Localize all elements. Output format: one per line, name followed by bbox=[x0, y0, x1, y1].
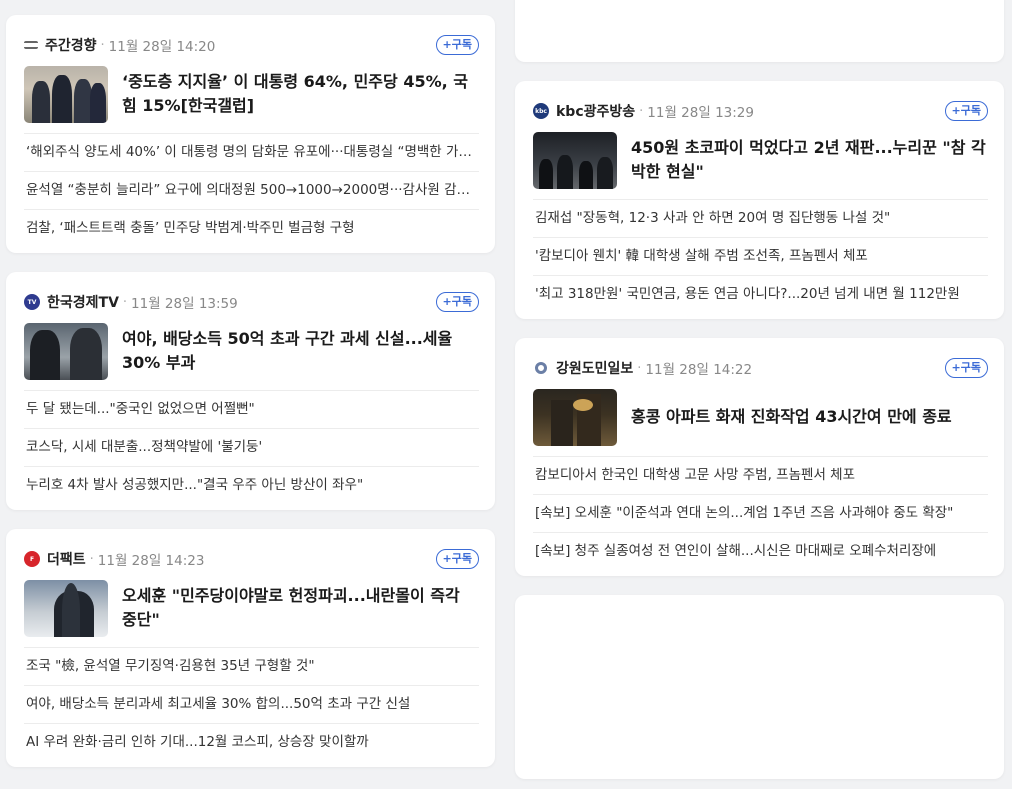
press-time: 11월 28일 14:20 bbox=[108, 39, 216, 55]
headline-title[interactable]: 여야, 배당소득 50억 초과 구간 과세 신설...세율 30% 부과 bbox=[122, 327, 479, 375]
headline-title[interactable]: ‘중도층 지지율’ 이 대통령 64%, 민주당 45%, 국힘 15%[한국갤… bbox=[122, 70, 479, 118]
press-name[interactable]: 더팩트 bbox=[47, 549, 86, 569]
related-article[interactable]: 두 달 됐는데..."중국인 없었으면 어쩔뻔" bbox=[24, 390, 479, 428]
card-header: F 더팩트 · 11월 28일 14:23 +구독 bbox=[24, 547, 479, 571]
headline-title[interactable]: 홍콩 아파트 화재 진화작업 43시간여 만에 종료 bbox=[631, 405, 952, 429]
related-article[interactable]: [속보] 오세훈 "이준석과 연대 논의...계엄 1주년 즈음 사과해야 중도… bbox=[533, 494, 988, 532]
related-list: 조국 "檢, 윤석열 무기징역·김용현 35년 구형할 것" 여야, 배당소득 … bbox=[24, 647, 479, 761]
headline-thumbnail[interactable] bbox=[24, 579, 108, 637]
card-header: kbc kbc광주방송 · 11월 28일 13:29 +구독 bbox=[533, 99, 988, 123]
press-logo[interactable]: kbc bbox=[533, 103, 549, 119]
headline-link[interactable]: 여야, 배당소득 50억 초과 구간 과세 신설...세율 30% 부과 bbox=[24, 322, 479, 380]
news-card-kbc: kbc kbc광주방송 · 11월 28일 13:29 +구독 450원 초코파… bbox=[515, 81, 1004, 319]
related-article[interactable]: 여야, 배당소득 분리과세 최고세율 30% 합의...50억 초과 구간 신설 bbox=[24, 685, 479, 723]
press-name[interactable]: 한국경제TV bbox=[47, 292, 119, 312]
separator-dot: · bbox=[637, 360, 642, 376]
related-article[interactable]: [속보] 청주 실종여성 전 연인이 살해...시신은 마대째로 오폐수처리장에 bbox=[533, 532, 988, 570]
separator-dot: · bbox=[122, 294, 128, 310]
press-name[interactable]: kbc광주방송 bbox=[556, 101, 635, 121]
headline-title[interactable]: 오세훈 "민주당이야말로 헌정파괴...내란몰이 즉각 중단" bbox=[122, 584, 479, 632]
related-article[interactable]: '최고 318만원' 국민연금, 용돈 연금 아니다?...20년 넘게 내면 … bbox=[533, 275, 988, 313]
headline-title[interactable]: 450원 초코파이 먹었다고 2년 재판...누리꾼 "참 각박한 현실" bbox=[631, 136, 988, 184]
related-list: 두 달 됐는데..."중국인 없었으면 어쩔뻔" 코스닥, 시세 대분출...정… bbox=[24, 390, 479, 504]
related-list: ‘해외주식 양도세 40%’ 이 대통령 명의 담화문 유포에···대통령실 “… bbox=[24, 133, 479, 247]
related-article[interactable]: ‘해외주식 양도세 40%’ 이 대통령 명의 담화문 유포에···대통령실 “… bbox=[24, 133, 479, 171]
separator-dot: · bbox=[89, 551, 94, 567]
related-article[interactable]: AI 우려 완화·금리 인하 기대...12월 코스피, 상승장 맞이할까 bbox=[24, 723, 479, 761]
news-feed-page: 주간경향 · 11월 28일 14:20 +구독 ‘중도층 지지율’ 이 대통령… bbox=[0, 0, 1012, 789]
related-list: 김재섭 "장동혁, 12·3 사과 안 하면 20여 명 집단행동 나설 것" … bbox=[533, 199, 988, 313]
press-logo[interactable] bbox=[535, 362, 547, 374]
subscribe-button[interactable]: +구독 bbox=[435, 292, 479, 312]
news-card-partial-top bbox=[515, 0, 1004, 62]
headline-thumbnail[interactable] bbox=[533, 131, 617, 189]
headline-thumbnail[interactable] bbox=[24, 65, 108, 123]
subscribe-button[interactable]: +구독 bbox=[435, 35, 479, 55]
news-card-kyunghyang: 주간경향 · 11월 28일 14:20 +구독 ‘중도층 지지율’ 이 대통령… bbox=[6, 15, 495, 253]
card-header: TV 한국경제TV · 11월 28일 13:59 +구독 bbox=[24, 290, 479, 314]
related-article[interactable]: 검찰, ‘패스트트랙 충돌’ 민주당 박범계·박주민 벌금형 구형 bbox=[24, 209, 479, 247]
subscribe-button[interactable]: +구독 bbox=[435, 549, 479, 569]
related-article[interactable]: 코스닥, 시세 대분출...정책약발에 '불기둥' bbox=[24, 428, 479, 466]
headline-thumbnail[interactable] bbox=[533, 388, 617, 446]
subscribe-button[interactable]: +구독 bbox=[944, 101, 988, 121]
related-article[interactable]: 누리호 4차 발사 성공했지만..."결국 우주 아닌 방산이 좌우" bbox=[24, 466, 479, 504]
card-header: 주간경향 · 11월 28일 14:20 +구독 bbox=[24, 33, 479, 57]
headline-thumbnail[interactable] bbox=[24, 322, 108, 380]
news-card-kado: 강원도민일보 · 11월 28일 14:22 +구독 홍콩 아파트 화재 진화작… bbox=[515, 338, 1004, 576]
press-time: 11월 28일 13:59 bbox=[131, 296, 238, 312]
separator-dot: · bbox=[100, 37, 105, 53]
headline-link[interactable]: 450원 초코파이 먹었다고 2년 재판...누리꾼 "참 각박한 현실" bbox=[533, 131, 988, 189]
related-list: 캄보디아서 한국인 대학생 고문 사망 주범, 프놈펜서 체포 [속보] 오세훈… bbox=[533, 456, 988, 570]
ad-placeholder-card bbox=[515, 595, 1004, 779]
press-logo[interactable]: TV bbox=[24, 294, 40, 310]
news-card-thefact: F 더팩트 · 11월 28일 14:23 +구독 오세훈 "민주당이야말로 헌… bbox=[6, 529, 495, 767]
related-article[interactable]: 캄보디아서 한국인 대학생 고문 사망 주범, 프놈펜서 체포 bbox=[533, 456, 988, 494]
related-article[interactable]: 조국 "檢, 윤석열 무기징역·김용현 35년 구형할 것" bbox=[24, 647, 479, 685]
press-time: 11월 28일 13:29 bbox=[647, 105, 754, 121]
related-article[interactable]: 윤석열 “충분히 늘리라” 요구에 의대정원 500→1000→2000명···… bbox=[24, 171, 479, 209]
news-card-wowtv: TV 한국경제TV · 11월 28일 13:59 +구독 여야, 배당소득 5… bbox=[6, 272, 495, 510]
press-time: 11월 28일 14:22 bbox=[645, 362, 753, 378]
headline-link[interactable]: 오세훈 "민주당이야말로 헌정파괴...내란몰이 즉각 중단" bbox=[24, 579, 479, 637]
press-logo[interactable] bbox=[24, 41, 38, 49]
card-header: 강원도민일보 · 11월 28일 14:22 +구독 bbox=[533, 356, 988, 380]
related-article[interactable]: 김재섭 "장동혁, 12·3 사과 안 하면 20여 명 집단행동 나설 것" bbox=[533, 199, 988, 237]
press-time: 11월 28일 14:23 bbox=[97, 553, 205, 569]
separator-dot: · bbox=[639, 103, 644, 119]
press-name[interactable]: 강원도민일보 bbox=[556, 358, 633, 378]
press-name[interactable]: 주간경향 bbox=[45, 35, 97, 55]
related-article[interactable]: '캄보디아 웬치' 韓 대학생 살해 주범 조선족, 프놈펜서 체포 bbox=[533, 237, 988, 275]
subscribe-button[interactable]: +구독 bbox=[944, 358, 988, 378]
headline-link[interactable]: 홍콩 아파트 화재 진화작업 43시간여 만에 종료 bbox=[533, 388, 988, 446]
press-logo[interactable]: F bbox=[24, 551, 40, 567]
headline-link[interactable]: ‘중도층 지지율’ 이 대통령 64%, 민주당 45%, 국힘 15%[한국갤… bbox=[24, 65, 479, 123]
